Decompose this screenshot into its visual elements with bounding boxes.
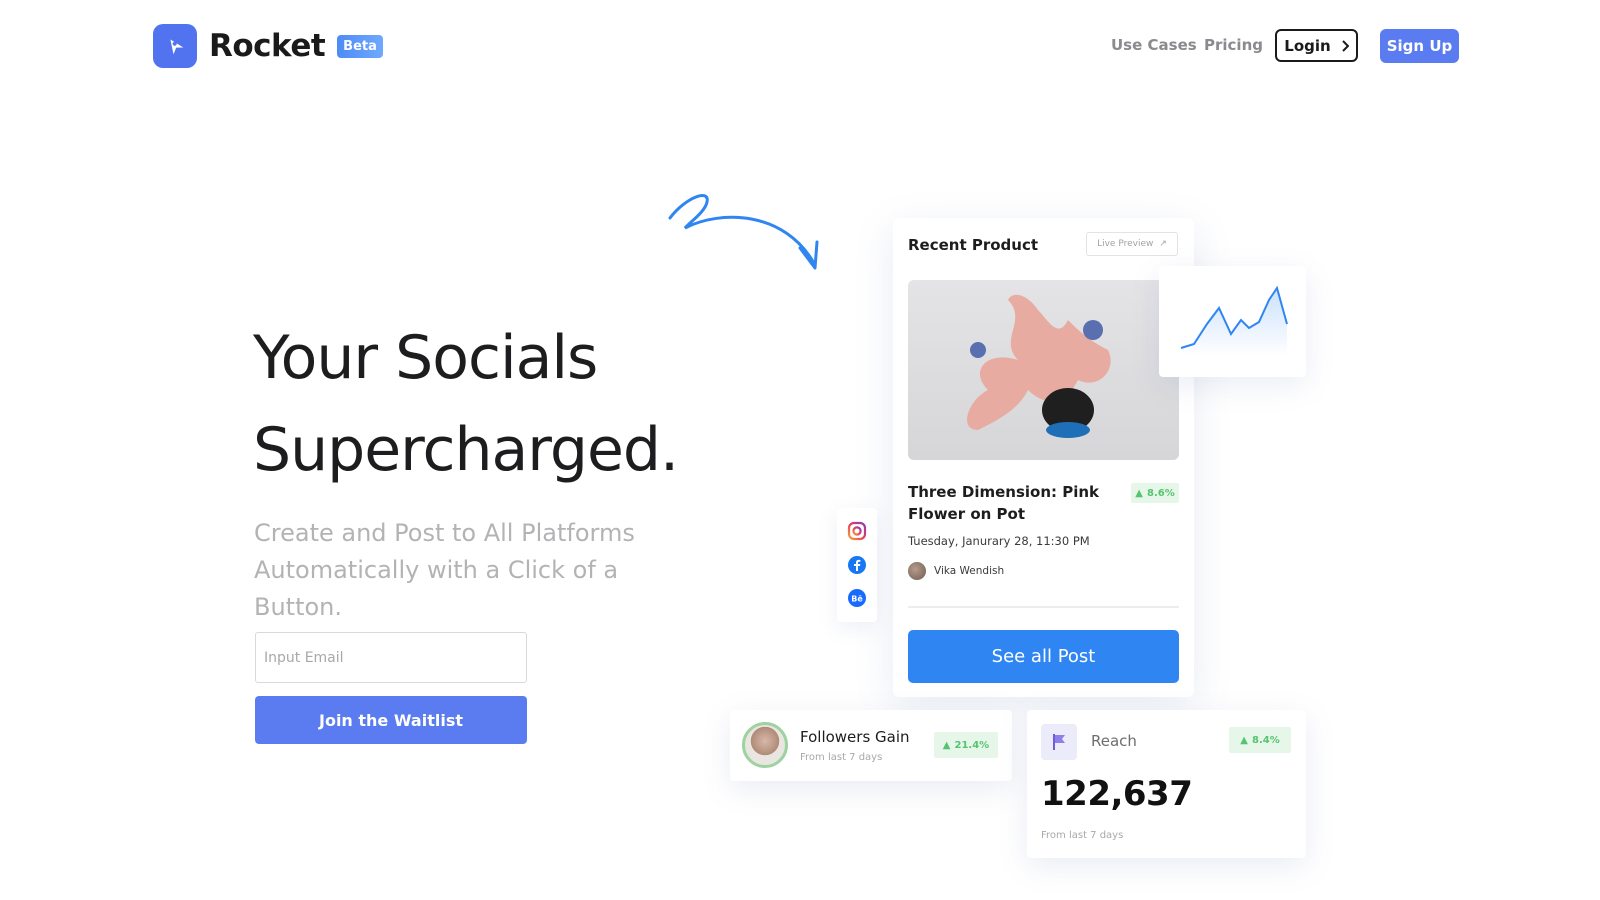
instagram-icon[interactable] — [847, 521, 867, 541]
product-change-badge: ▲ 8.6% — [1131, 483, 1179, 503]
recent-product-card: Recent Product Live Preview ↗ Three Dime… — [893, 218, 1194, 697]
top-nav: Use Cases Pricing Login Sign Up — [0, 29, 1600, 63]
avatar — [742, 722, 788, 768]
hero-title: Your Socials Supercharged. — [253, 312, 679, 496]
hero-title-line2: Supercharged. — [253, 415, 679, 485]
flag-icon — [1041, 724, 1077, 760]
product-name: Three Dimension: Pink Flower on Pot — [908, 483, 1100, 523]
reach-subtitle: From last 7 days — [1041, 830, 1124, 841]
live-preview-button[interactable]: Live Preview ↗ — [1086, 232, 1178, 256]
followers-change-badge: ▲ 21.4% — [934, 732, 998, 758]
avatar — [908, 562, 926, 580]
signup-button[interactable]: Sign Up — [1380, 29, 1459, 63]
see-all-post-button[interactable]: See all Post — [908, 630, 1179, 683]
card-title: Recent Product — [908, 236, 1039, 254]
nav-use-cases-link[interactable]: Use Cases — [1111, 36, 1197, 54]
followers-change-value: 21.4% — [954, 739, 990, 751]
reach-change-value: 8.4% — [1251, 734, 1280, 746]
trend-chart-card — [1159, 266, 1306, 377]
author-name: Vika Wendish — [934, 565, 1005, 577]
facebook-icon[interactable] — [847, 555, 867, 575]
social-platforms-bar: Bē — [837, 508, 877, 622]
product-change-value: 8.6% — [1146, 487, 1175, 499]
svg-text:Bē: Bē — [851, 595, 863, 604]
nav-pricing-link[interactable]: Pricing — [1204, 36, 1263, 54]
arrow-up-icon: ▲ — [1240, 734, 1248, 746]
arrow-doodle-icon — [668, 194, 819, 270]
arrow-up-icon: ▲ — [1135, 487, 1143, 499]
behance-icon[interactable]: Bē — [847, 588, 867, 608]
reach-change-badge: ▲ 8.4% — [1229, 727, 1291, 753]
product-image — [908, 280, 1179, 460]
chevron-right-icon — [1341, 39, 1349, 52]
followers-subtitle: From last 7 days — [800, 752, 883, 763]
live-preview-label: Live Preview — [1097, 239, 1154, 249]
followers-gain-card: Followers Gain From last 7 days ▲ 21.4% — [730, 710, 1012, 781]
login-button[interactable]: Login — [1275, 29, 1358, 62]
external-arrow-icon: ↗ — [1159, 239, 1167, 249]
join-waitlist-button[interactable]: Join the Waitlist — [255, 696, 527, 744]
hero-title-line1: Your Socials — [253, 323, 598, 393]
hero-subtitle-line2: Automatically with a Click of a Button. — [254, 556, 619, 621]
arrow-up-icon: ▲ — [942, 739, 951, 751]
reach-label: Reach — [1091, 732, 1137, 750]
hero-subtitle: Create and Post to All Platforms Automat… — [254, 515, 704, 626]
trend-sparkline — [1180, 285, 1288, 356]
divider — [908, 606, 1179, 608]
product-date: Tuesday, Janurary 28, 11:30 PM — [908, 534, 1090, 548]
login-label: Login — [1284, 36, 1331, 55]
email-input[interactable] — [255, 632, 527, 683]
reach-value: 122,637 — [1041, 774, 1193, 814]
reach-card: Reach ▲ 8.4% 122,637 From last 7 days — [1027, 710, 1306, 858]
hero-subtitle-line1: Create and Post to All Platforms — [254, 519, 635, 547]
followers-title: Followers Gain — [800, 728, 910, 746]
product-author: Vika Wendish — [908, 562, 1004, 580]
